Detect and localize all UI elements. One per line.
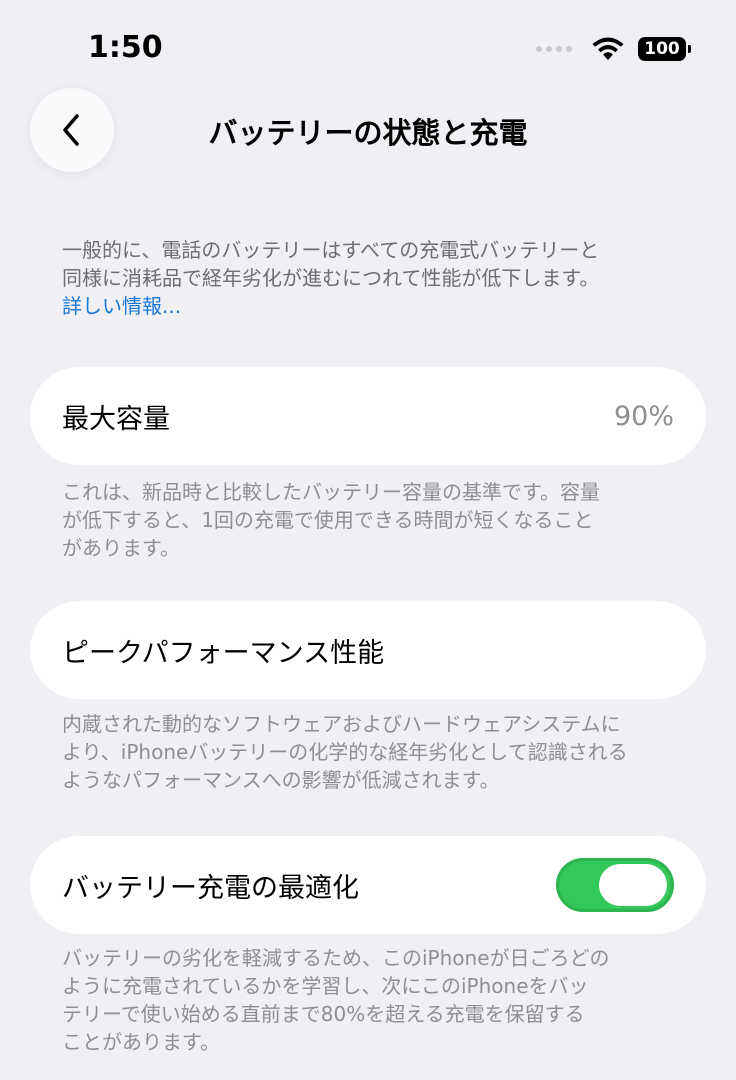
- peak-performance-label: ピークパフォーマンス性能: [62, 637, 385, 669]
- cellular-signal-icon: [536, 46, 572, 52]
- optimized-charging-row: バッテリー充電の最適化: [30, 836, 706, 934]
- optimized-charging-footnote: バッテリーの劣化を軽減するため、このiPhoneが日ごろどの ように充電されてい…: [62, 944, 682, 1056]
- optimized-charging-label: バッテリー充電の最適化: [62, 872, 359, 904]
- status-time: 1:50: [88, 30, 163, 65]
- wifi-icon: [592, 37, 624, 60]
- footnote-line: バッテリーの劣化を軽減するため、このiPhoneが日ごろどの: [62, 946, 610, 970]
- footnote-line: ように充電されているかを学習し、次にこのiPhoneをバッ: [62, 974, 589, 998]
- optimized-charging-toggle[interactable]: [556, 858, 674, 912]
- max-capacity-label: 最大容量: [62, 403, 170, 435]
- intro-text: 一般的に、電話のバッテリーはすべての充電式バッテリーと 同様に消耗品で経年劣化が…: [62, 236, 682, 320]
- footnote-line: これは、新品時と比較したバッテリー容量の基準です。容量: [62, 480, 600, 504]
- battery-health-screen: 1:50 100 バッテリーの状態と充電 一般的に、電話のバッテリーはすべての充…: [0, 0, 736, 1080]
- intro-line: 同様に消耗品で経年劣化が進むにつれて性能が低下します。: [62, 266, 600, 290]
- learn-more-link[interactable]: 詳しい情報...: [62, 292, 682, 320]
- footnote-line: ことがあります。: [62, 1030, 220, 1054]
- max-capacity-footnote: これは、新品時と比較したバッテリー容量の基準です。容量 が低下すると、1回の充電…: [62, 478, 682, 562]
- battery-level: 100: [644, 39, 680, 59]
- footnote-line: より、iPhoneバッテリーの化学的な経年劣化として認識される: [62, 740, 628, 764]
- page-title: バッテリーの状態と充電: [208, 116, 528, 150]
- footnote-line: 内蔵された動的なソフトウェアおよびハードウェアシステムに: [62, 712, 621, 736]
- peak-performance-footnote: 内蔵された動的なソフトウェアおよびハードウェアシステムに より、iPhoneバッ…: [62, 710, 682, 794]
- footnote-line: ようなパフォーマンスへの影響が低減されます。: [62, 768, 500, 792]
- intro-line: 一般的に、電話のバッテリーはすべての充電式バッテリーと: [62, 238, 600, 262]
- footnote-line: があります。: [62, 536, 180, 560]
- footnote-line: テリーで使い始める直前まで80%を超える充電を保留する: [62, 1002, 585, 1026]
- max-capacity-row: 最大容量 90%: [30, 367, 706, 465]
- max-capacity-value: 90%: [613, 400, 674, 432]
- peak-performance-row[interactable]: ピークパフォーマンス性能: [30, 601, 706, 699]
- status-indicators: 100: [536, 36, 691, 62]
- battery-icon: 100: [638, 37, 691, 61]
- toggle-knob: [599, 864, 667, 906]
- footnote-line: が低下すると、1回の充電で使用できる時間が短くなること: [62, 508, 594, 532]
